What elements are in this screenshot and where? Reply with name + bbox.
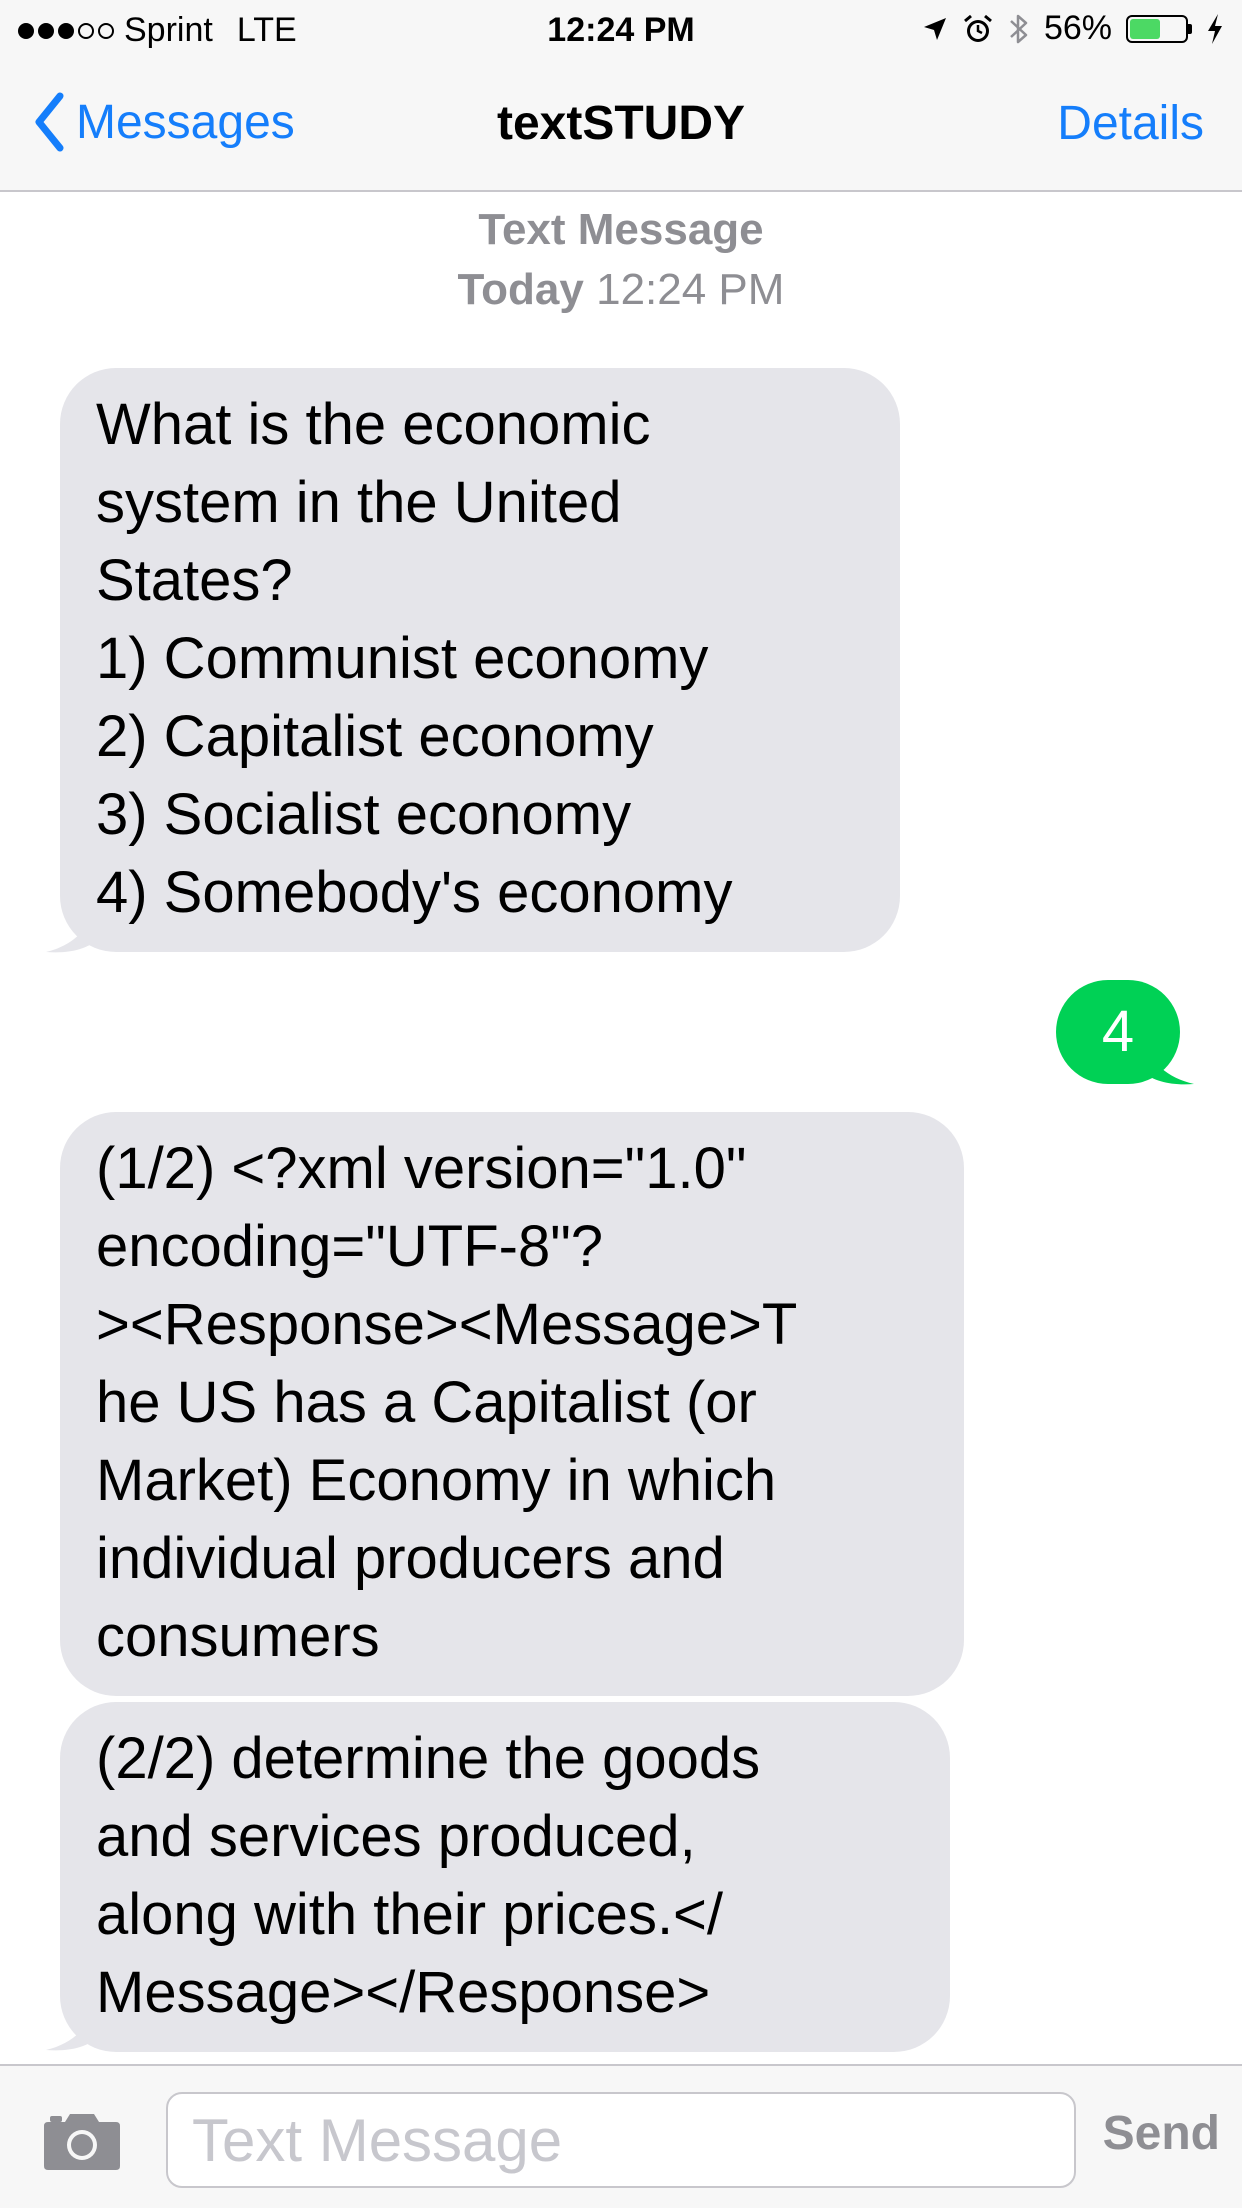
charging-bolt-icon bbox=[1208, 13, 1222, 44]
bluetooth-icon bbox=[1010, 14, 1028, 43]
battery-icon bbox=[1126, 14, 1192, 43]
camera-button[interactable] bbox=[42, 2110, 122, 2177]
battery-fill bbox=[1130, 18, 1161, 39]
location-arrow-icon bbox=[923, 17, 946, 40]
signal-dot bbox=[38, 22, 54, 39]
carrier-name: Sprint bbox=[124, 11, 213, 49]
details-button[interactable]: Details bbox=[1057, 96, 1204, 151]
navigation-bar: Messages textSTUDY Details bbox=[0, 62, 1242, 192]
battery-percent: 56% bbox=[1043, 9, 1112, 47]
timestamp-time: 12:24 PM bbox=[596, 265, 785, 314]
network-type: LTE bbox=[236, 11, 297, 49]
signal-strength-icon bbox=[18, 22, 114, 39]
received-message-bubble[interactable]: What is the economic system in the Unite… bbox=[60, 368, 900, 952]
conversation-title: textSTUDY bbox=[496, 97, 746, 150]
received-message-bubble[interactable]: (1/2) <?xml version="1.0" encoding="UTF-… bbox=[60, 1112, 964, 1696]
signal-dot bbox=[78, 22, 94, 39]
signal-dot bbox=[18, 22, 34, 39]
signal-dot bbox=[58, 22, 74, 39]
sent-message-bubble[interactable]: 4 bbox=[1056, 980, 1180, 1084]
back-label: Messages bbox=[76, 95, 295, 149]
conversation-timestamp: Text Message Today 12:24 PM bbox=[0, 200, 1242, 320]
alarm-icon bbox=[963, 14, 992, 42]
message-input[interactable] bbox=[166, 2092, 1076, 2188]
message-type-label: Text Message bbox=[478, 205, 764, 254]
status-left: Sprint LTE bbox=[18, 11, 297, 50]
messages-screen: Sprint LTE 12:24 PM 56% Messages textSTU… bbox=[0, 0, 1242, 2208]
received-message-bubble[interactable]: (2/2) determine the goods and services p… bbox=[60, 1702, 950, 2052]
send-button[interactable]: Send bbox=[1103, 2106, 1220, 2161]
message-composer: Send bbox=[0, 2064, 1242, 2208]
camera-icon bbox=[44, 2114, 120, 2170]
signal-dot bbox=[98, 22, 114, 39]
timestamp-day: Today bbox=[457, 265, 584, 314]
status-right: 56% bbox=[922, 9, 1224, 48]
back-to-messages-button[interactable]: Messages bbox=[34, 92, 295, 152]
chevron-left-icon bbox=[35, 92, 64, 152]
status-bar: Sprint LTE 12:24 PM 56% bbox=[0, 0, 1242, 62]
